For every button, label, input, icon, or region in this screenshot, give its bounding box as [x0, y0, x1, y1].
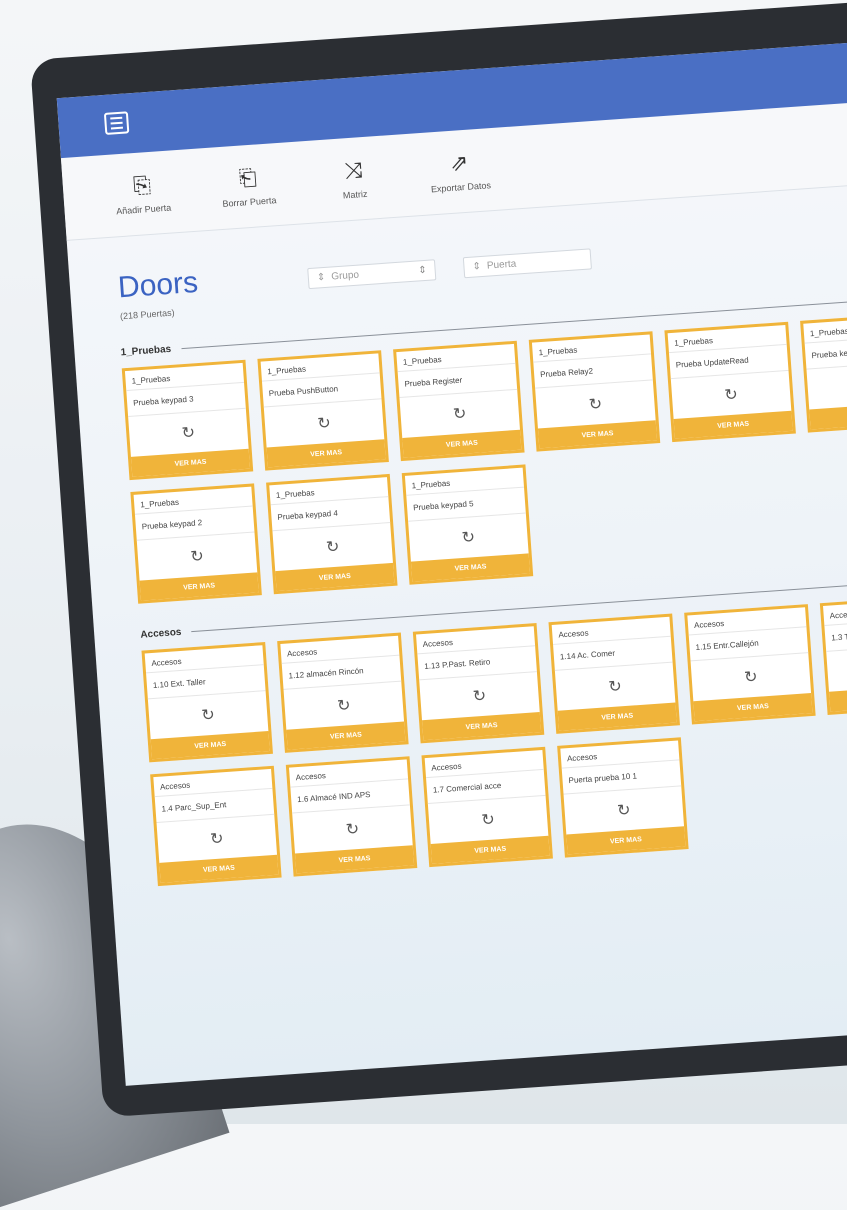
- sort-icon: ⇕: [316, 271, 326, 284]
- door-card[interactable]: 1_Pruebas Prueba keypad 4 ↻ VER MAS: [266, 473, 398, 595]
- hamburger-menu-icon[interactable]: [103, 111, 130, 135]
- chevron-updown-icon: ⇕: [417, 264, 428, 277]
- door-card[interactable]: 1_Pruebas Prueba UpdateRead ↻ VER MAS: [664, 321, 796, 443]
- door-card[interactable]: Accesos Puerta prueba 10 1 ↻ VER MAS: [557, 737, 689, 858]
- sort-icon: ⇕: [472, 261, 482, 273]
- door-card[interactable]: 1_Pruebas Prueba Register ↻ VER MAS: [393, 340, 525, 462]
- door-card-grid: Accesos 1.10 Ext. Taller ↻ VER MAS Accesos 1.…: [141, 593, 847, 887]
- door-card[interactable]: 1_Pruebas Prueba Relay2 ↻ VER MAS: [528, 331, 661, 452]
- toolbar-button[interactable]: ⎘ Añadir Puerta: [106, 170, 179, 217]
- page-title: Doors: [116, 265, 200, 305]
- toolbar-button-label: Añadir Puerta: [115, 202, 172, 217]
- door-add-icon: ⎘: [132, 171, 152, 199]
- toolbar-button-label: Exportar Datos: [430, 180, 492, 195]
- page-subtitle: (218 Puertas): [119, 307, 175, 322]
- door-card[interactable]: Accesos1.3 Taller Reval↻VER MAS: [819, 594, 847, 715]
- group-filter-select[interactable]: ⇕ Grupo ⇕: [307, 259, 437, 290]
- door-card[interactable]: Accesos 1.14 Ac. Comer ↻ VER MAS: [548, 613, 680, 734]
- door-card[interactable]: 1_Pruebas Prueba keypad 3 ↻ VER MAS: [121, 359, 254, 481]
- door-filter-placeholder: Puerta: [486, 258, 517, 272]
- door-card[interactable]: 1_PruebasPrueba keypad↻VER MAS: [800, 312, 847, 433]
- door-card[interactable]: Accesos 1.7 Comercial acce ↻ VER MAS: [421, 746, 553, 868]
- group-filter-placeholder: Grupo: [330, 269, 360, 283]
- door-card[interactable]: Accesos 1.6 Almacé IND APS ↻ VER MAS: [285, 756, 418, 877]
- door-groups: 1_Pruebas 1_Pruebas Prueba keypad 3 ↻ VER MA…: [74, 289, 847, 889]
- screen: S ⎘Añadir Puerta⎗Borrar Puerta⤨Matriz⇗Ex…: [56, 36, 847, 1086]
- group-label-text: 1_Pruebas: [120, 343, 172, 359]
- toolbar-button[interactable]: ⤨ Matriz: [318, 155, 391, 202]
- door-card-group: 1_Pruebas: [803, 315, 847, 344]
- door-card[interactable]: 1_Pruebas Prueba PushButton ↻ VER MAS: [257, 350, 389, 471]
- filters: ⇕ Grupo ⇕ ⇕ Puerta: [307, 248, 593, 290]
- refresh-icon[interactable]: ↻: [806, 361, 847, 409]
- door-filter-input[interactable]: ⇕ Puerta: [462, 248, 593, 279]
- toolbar-button-label: Matriz: [342, 188, 368, 201]
- door-card[interactable]: Accesos 1.15 Entr.Callejón ↻ VER MAS: [684, 604, 816, 725]
- door-card[interactable]: 1_Pruebas Prueba keypad 2 ↻ VER MAS: [130, 483, 262, 604]
- door-card-grid: 1_Pruebas Prueba keypad 3 ↻ VER MAS 1_Prueba…: [121, 311, 847, 604]
- shuffle-icon: ⤨: [343, 157, 364, 184]
- group-label-text: Accesos: [140, 626, 182, 641]
- refresh-icon[interactable]: ↻: [826, 644, 847, 692]
- door-card[interactable]: Accesos 1.10 Ext. Taller ↻ VER MAS: [141, 642, 273, 763]
- door-card[interactable]: Accesos 1.12 almacén Rincón ↻ VER MAS: [277, 632, 409, 753]
- toolbar-button[interactable]: ⎗ Borrar Puerta: [212, 163, 285, 210]
- export-icon: ⇗: [449, 149, 470, 176]
- door-card[interactable]: 1_Pruebas Prueba keypad 5 ↻ VER MAS: [401, 464, 534, 585]
- toolbar-button-label: Borrar Puerta: [222, 195, 277, 209]
- toolbar-button[interactable]: ⇗ Exportar Datos: [423, 148, 496, 195]
- laptop-bezel: S ⎘Añadir Puerta⎗Borrar Puerta⤨Matriz⇗Ex…: [30, 0, 847, 1118]
- door-card-group: Accesos: [823, 597, 847, 626]
- door-card[interactable]: Accesos 1.4 Parc_Sup_Ent ↻ VER MAS: [150, 765, 282, 887]
- door-remove-icon: ⎗: [238, 164, 258, 191]
- door-card[interactable]: Accesos 1.13 P.Past. Retiro ↻ VER MAS: [412, 623, 545, 744]
